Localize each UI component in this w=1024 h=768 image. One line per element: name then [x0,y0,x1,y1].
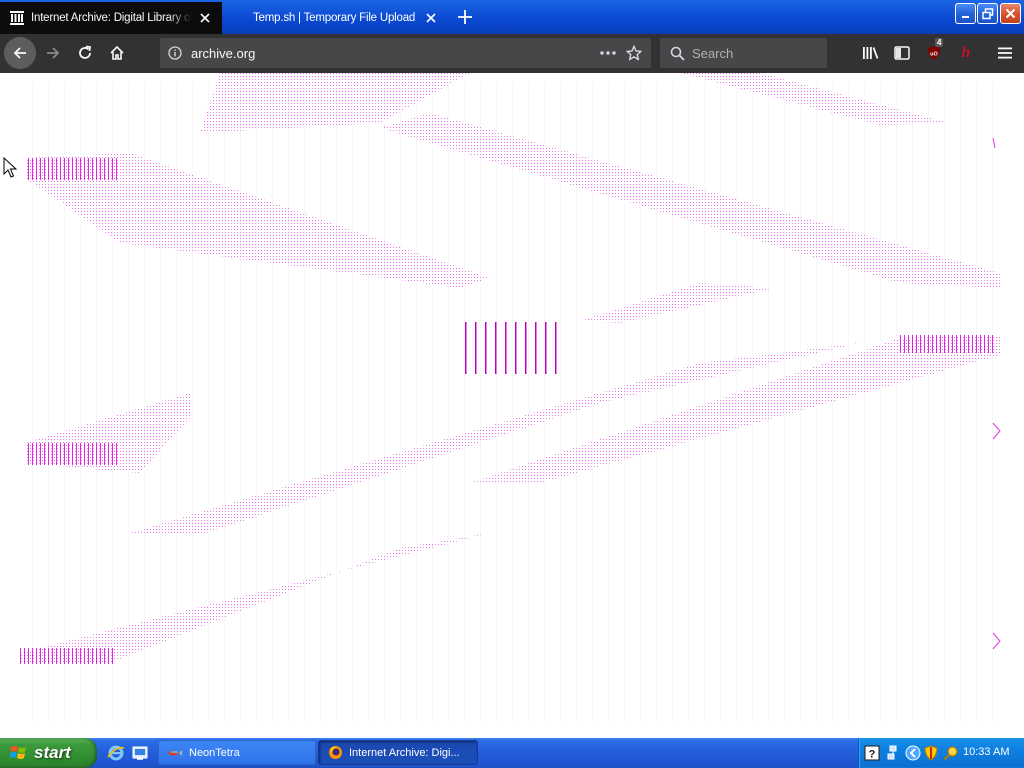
bookmark-star-icon[interactable] [623,42,645,64]
minimize-icon [961,15,969,18]
neontetra-icon [167,746,183,760]
url-text[interactable]: archive.org [191,46,597,61]
extension-h-label: h [961,44,971,61]
restore-icon [981,7,993,19]
taskbar-item-neontetra[interactable]: NeonTetra [158,740,316,765]
minimize-button[interactable] [955,3,976,24]
ublock-origin-button[interactable]: uO 4 [919,38,949,68]
home-icon [110,45,124,60]
sidebar-icon [894,46,910,60]
windows-flag-icon [10,746,26,759]
close-tab-icon[interactable] [196,9,214,27]
back-button[interactable] [4,37,36,69]
taskbar-item-internet-archive[interactable]: Internet Archive: Digi... [318,740,478,765]
hamburger-menu-icon [998,47,1012,59]
new-tab-button[interactable] [452,5,478,29]
show-desktop-quicklaunch[interactable] [130,743,150,763]
ublock-count-badge: 4 [935,38,944,47]
search-tray-icon[interactable] [943,745,959,761]
search-icon [668,44,686,62]
network-tray-icon[interactable] [885,745,901,761]
url-bar[interactable]: archive.org [160,38,651,68]
library-icon [863,47,879,59]
show-hidden-icons-icon[interactable] [905,745,921,761]
search-bar[interactable] [660,38,827,68]
system-clock[interactable]: 10:33 AM [963,746,1009,758]
extension-h-button[interactable]: h [951,38,981,68]
tab-temp-sh[interactable]: Temp.sh | Temporary File Upload [222,2,448,34]
ublock-shield-icon: uO [928,46,940,60]
reload-button[interactable] [70,38,100,68]
tab-title: Internet Archive: Digital Library of [31,12,192,24]
corrupted-render-pattern [20,73,1001,723]
close-icon [1005,8,1016,19]
start-label: start [34,743,71,762]
open-menu-button[interactable] [990,38,1020,68]
sidebar-button[interactable] [887,38,917,68]
forward-button[interactable] [38,38,68,68]
taskbar-item-label: Internet Archive: Digi... [349,746,460,759]
archive-building-icon [9,10,25,26]
show-desktop-icon [132,746,148,760]
firefox-icon [327,746,343,760]
page-content[interactable] [0,73,1024,738]
home-button[interactable] [102,38,132,68]
tab-internet-archive[interactable]: Internet Archive: Digital Library of [0,2,222,34]
close-tab-icon[interactable] [422,9,440,27]
start-button[interactable]: start [0,738,97,768]
screen: Internet Archive: Digital Library of Tem… [0,0,1024,768]
library-button[interactable] [856,38,886,68]
page-actions-icon[interactable] [597,42,619,64]
restore-button[interactable] [977,3,998,24]
window-close-button[interactable] [1000,3,1021,24]
internet-explorer-quicklaunch[interactable] [106,743,126,763]
arrow-left-icon [13,47,26,59]
security-shield-tray-icon[interactable] [923,745,939,761]
help-tray-icon[interactable]: ? [864,745,880,761]
tab-title: Temp.sh | Temporary File Upload [253,12,416,24]
plus-icon [458,10,472,24]
system-tray: ? 10:33 AM [858,738,1024,768]
arrow-right-icon [47,47,60,59]
blank-favicon-icon [231,10,247,26]
site-info-icon[interactable] [167,45,183,61]
svg-text:uO: uO [930,52,938,58]
taskbar: start NeonTetra Internet Archive: Digi..… [0,738,1024,768]
mouse-pointer-icon [3,157,17,178]
svg-text:?: ? [869,749,876,761]
taskbar-item-label: NeonTetra [189,746,240,759]
tab-strip: Internet Archive: Digital Library of Tem… [0,0,1024,34]
reload-icon [79,45,92,59]
search-input[interactable] [692,45,812,61]
navigation-toolbar: archive.org uO 4 [0,34,1024,73]
internet-explorer-icon [107,745,125,761]
